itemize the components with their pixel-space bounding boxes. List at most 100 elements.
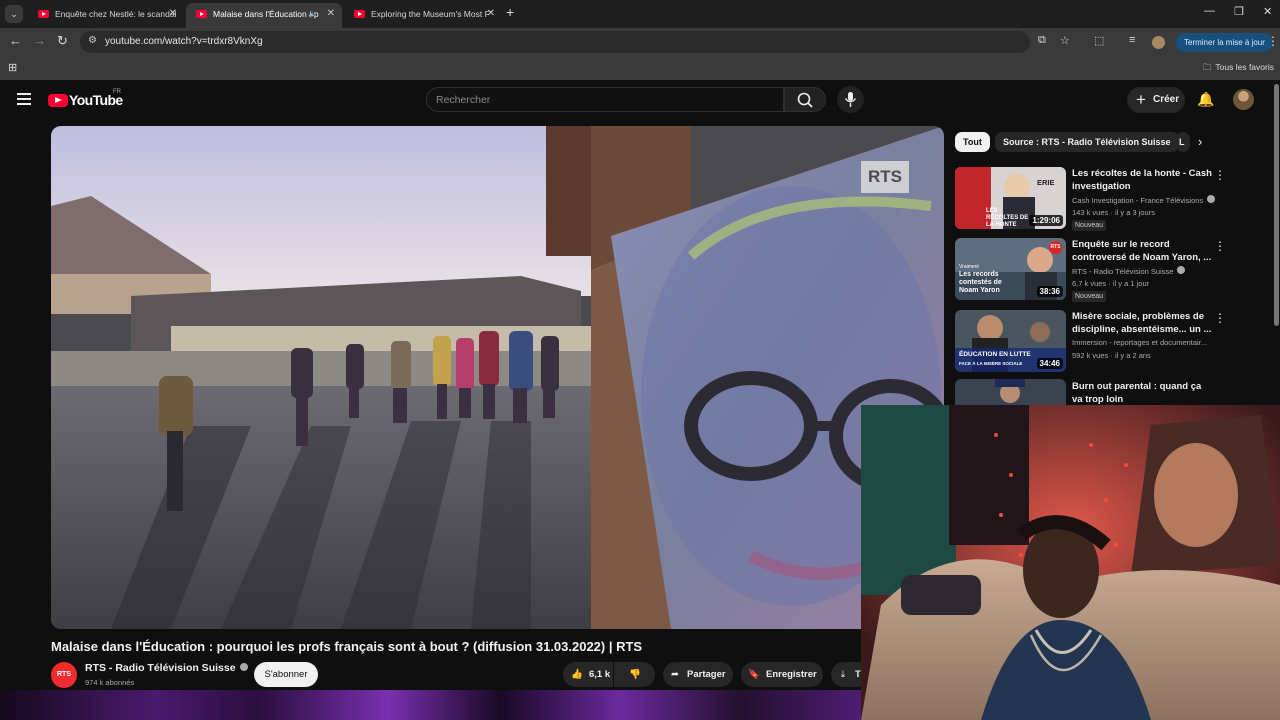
video-title[interactable]: Enquête sur le record controversé de Noa…: [1072, 238, 1212, 264]
maximize-icon[interactable]: ❐: [1234, 5, 1244, 18]
new-tab-icon[interactable]: +: [506, 4, 514, 20]
all-favorites-link[interactable]: 🗀 Tous les favoris: [1203, 62, 1274, 76]
chip-all[interactable]: Tout: [955, 132, 990, 152]
dislike-button[interactable]: 👎: [614, 662, 655, 687]
reading-list-icon[interactable]: ≡: [1129, 34, 1135, 46]
back-icon[interactable]: ←: [9, 33, 22, 48]
share-button[interactable]: ➦ Partager: [663, 662, 733, 687]
install-app-icon[interactable]: ⧉: [1038, 34, 1046, 47]
address-bar[interactable]: ⚙ youtube.com/watch?v=trdxr8VknXg: [80, 31, 1030, 53]
chip-more[interactable]: L: [1176, 132, 1190, 152]
extensions-icon[interactable]: ⬚: [1094, 34, 1104, 47]
window-close-icon[interactable]: ✕: [1263, 5, 1272, 18]
browser-tab-nestle[interactable]: Enquête chez Nestlé: le scandal ✕: [28, 3, 184, 28]
account-avatar[interactable]: [1233, 89, 1254, 110]
folder-icon: 🗀: [1202, 62, 1212, 72]
thumbnail-image: [955, 379, 1066, 405]
search-button[interactable]: [784, 87, 826, 112]
browser-tab-museum[interactable]: Exploring the Museum's Most F ✕: [344, 3, 502, 28]
profile-avatar[interactable]: [1152, 36, 1165, 49]
tab-title: Exploring the Museum's Most F: [371, 9, 490, 19]
thumbnail-caption: LES RÉCOLTES DE LA HONTE: [986, 208, 1029, 228]
more-options-icon[interactable]: ⋮: [1214, 168, 1226, 182]
tab-search-icon[interactable]: ⌄: [5, 5, 23, 23]
youtube-favicon-icon: [354, 10, 365, 18]
video-thumbnail[interactable]: ÉDUCATION EN LUTTE FACE À LA MISÈRE SOCI…: [955, 310, 1066, 372]
recommended-video[interactable]: Vraiment Les records contestés de Noam Y…: [955, 238, 1267, 302]
video-title[interactable]: Les récoltes de la honte - Cash investig…: [1072, 167, 1212, 193]
video-thumbnail[interactable]: ERIE LES RÉCOLTES DE LA HONTE 1:29:06: [955, 167, 1066, 229]
region-code: FR: [113, 89, 121, 95]
browser-menu-icon[interactable]: ⋮: [1267, 34, 1279, 48]
bookmarks-bar: ⊞ 🗀 Tous les favoris: [0, 56, 1280, 80]
browser-toolbar: ← → ↻ ⚙ youtube.com/watch?v=trdxr8VknXg …: [0, 28, 1280, 56]
duration-badge: 38:36: [1036, 286, 1063, 297]
like-button[interactable]: 👍 6,1 k: [563, 662, 613, 687]
share-label: Partager: [687, 669, 726, 680]
subscriber-count: 974 k abonnés: [85, 678, 135, 687]
notifications-bell-icon[interactable]: 🔔: [1197, 91, 1214, 108]
video-meta: 592 k vues · il y a 2 ans: [1072, 351, 1151, 360]
tab-close-icon[interactable]: ✕: [327, 3, 335, 25]
video-title: Malaise dans l'Éducation : pourquoi les …: [51, 639, 643, 654]
microphone-icon: [844, 92, 857, 107]
duration-badge: 1:29:06: [1029, 215, 1063, 226]
search-icon: [797, 92, 813, 108]
save-button[interactable]: 🔖 Enregistrer: [741, 662, 823, 687]
reload-icon[interactable]: ↻: [57, 33, 68, 49]
recommended-video[interactable]: ÉDUCATION EN LUTTE FACE À LA MISÈRE SOCI…: [955, 310, 1267, 374]
channel-name[interactable]: Cash Investigation - France Télévisions: [1072, 195, 1222, 205]
chip-source-rts[interactable]: Source : RTS - Radio Télévision Suisse: [995, 132, 1179, 152]
like-count: 6,1 k: [589, 669, 611, 680]
browser-tab-malaise[interactable]: Malaise dans l'Éducation : p 🔈 ✕: [186, 3, 342, 28]
tab-close-icon[interactable]: ✕: [487, 3, 495, 25]
more-options-icon[interactable]: ⋮: [1214, 239, 1226, 253]
rts-watermark: RTS: [861, 161, 909, 193]
more-options-icon[interactable]: ⋮: [1214, 311, 1226, 325]
video-title[interactable]: Misère sociale, problèmes de discipline,…: [1072, 310, 1212, 336]
speaker-icon[interactable]: 🔈: [308, 3, 318, 25]
tab-title: Enquête chez Nestlé: le scandal: [55, 9, 177, 19]
webcam-feed: [861, 405, 1280, 720]
video-thumbnail[interactable]: Vraiment Les records contestés de Noam Y…: [955, 238, 1066, 300]
forward-icon[interactable]: →: [33, 33, 46, 48]
channel-label: RTS - Radio Télévision Suisse: [1072, 267, 1174, 276]
thumbnail-caption: Les records contestés de Noam Yaron: [959, 271, 1002, 294]
channel-name-link[interactable]: RTS - Radio Télévision Suisse: [85, 662, 248, 674]
video-player[interactable]: RTS: [51, 126, 944, 629]
address-url: youtube.com/watch?v=trdxr8VknXg: [105, 36, 263, 47]
video-title[interactable]: Burn out parental : quand ça va trop loi…: [1072, 380, 1212, 405]
tab-close-icon[interactable]: ✕: [169, 3, 177, 25]
create-button[interactable]: + Créer: [1127, 87, 1185, 113]
youtube-logo-icon[interactable]: [48, 94, 68, 107]
thumbnail-subcaption: FACE À LA MISÈRE SOCIALE: [959, 361, 1023, 366]
page-bottom-background: [0, 690, 862, 720]
channel-label: Cash Investigation - France Télévisions: [1072, 196, 1204, 205]
search-input[interactable]: [436, 92, 766, 108]
channel-avatar[interactable]: RTS: [51, 662, 77, 688]
site-info-icon[interactable]: ⚙: [88, 35, 97, 46]
voice-search-button[interactable]: [837, 86, 864, 113]
menu-icon[interactable]: [17, 93, 31, 105]
video-meta: 6,7 k vues · il y a 1 jour: [1072, 279, 1150, 288]
video-thumbnail[interactable]: [955, 379, 1066, 405]
youtube-favicon-icon: [38, 10, 49, 18]
search-box[interactable]: [426, 87, 784, 112]
minimize-icon[interactable]: —: [1204, 5, 1215, 17]
apps-grid-icon[interactable]: ⊞: [8, 61, 17, 74]
bookmark-star-icon[interactable]: ☆: [1060, 34, 1070, 47]
recommended-video[interactable]: Burn out parental : quand ça va trop loi…: [955, 379, 1267, 405]
bookmark-icon: 🔖: [748, 669, 760, 680]
channel-name: RTS - Radio Télévision Suisse: [85, 662, 236, 674]
channel-name[interactable]: Immersion - reportages et documentair...: [1072, 338, 1222, 347]
chevron-right-icon[interactable]: ›: [1198, 134, 1202, 149]
channel-name[interactable]: RTS - Radio Télévision Suisse: [1072, 266, 1222, 276]
thumbnail-small-text: Vraiment: [959, 264, 979, 270]
subscribe-button[interactable]: S'abonner: [254, 662, 318, 687]
new-badge: Nouveau: [1072, 220, 1107, 231]
verified-icon: [1207, 195, 1216, 203]
page-scrollbar[interactable]: [1274, 84, 1279, 326]
update-button[interactable]: Terminer la mise à jour: [1176, 33, 1273, 52]
thumbs-up-icon: 👍: [571, 669, 583, 680]
recommended-video[interactable]: ERIE LES RÉCOLTES DE LA HONTE 1:29:06 Le…: [955, 167, 1267, 231]
